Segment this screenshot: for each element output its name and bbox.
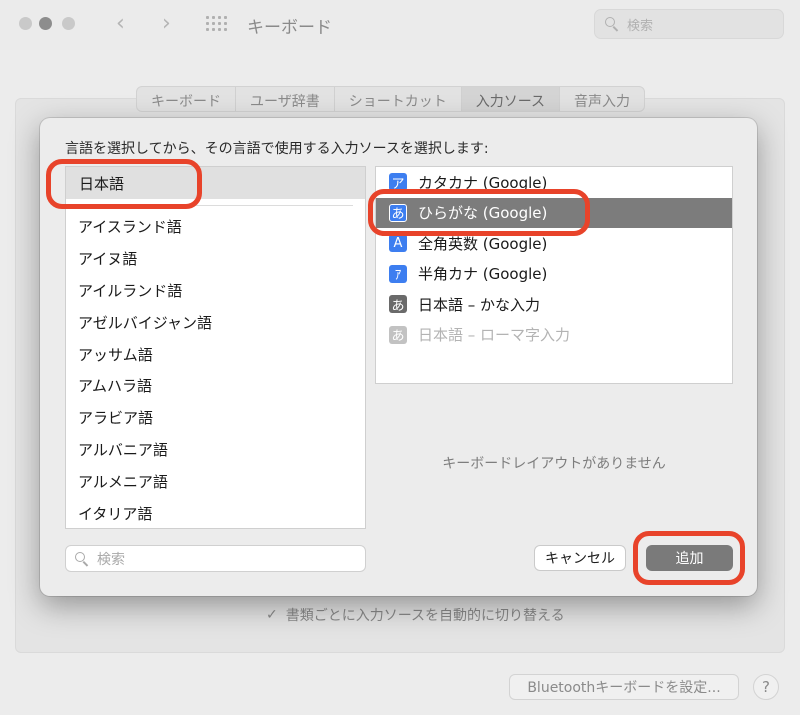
language-item[interactable]: アイスランド語 (66, 211, 365, 243)
input-source-label: 半角カナ (Google) (418, 265, 548, 284)
forward-button[interactable]: › (162, 11, 171, 36)
cancel-button[interactable]: キャンセル (534, 545, 626, 571)
romaji-input-icon: あ (389, 325, 407, 344)
window-title: キーボード (247, 18, 332, 38)
language-item[interactable]: アルバニア語 (66, 434, 365, 466)
halfwidth-kana-icon: ｱ (389, 264, 407, 283)
tab-user-dictionary[interactable]: ユーザ辞書 (236, 87, 335, 111)
title-bar: ‹ › キーボード 検索 (0, 0, 800, 50)
tab-input-sources[interactable]: 入力ソース (461, 87, 561, 111)
chevron-right-icon: › (162, 11, 171, 36)
search-icon (75, 551, 89, 567)
search-placeholder: 検索 (97, 551, 125, 568)
tab-dictation[interactable]: 音声入力 (560, 87, 644, 111)
language-item[interactable]: アイルランド語 (66, 275, 365, 307)
language-item[interactable]: アイヌ語 (66, 243, 365, 275)
tab-keyboard[interactable]: キーボード (137, 87, 236, 111)
input-source-label: 日本語 – ローマ字入力 (418, 326, 571, 345)
auto-switch-label: 書類ごとに入力ソースを自動的に切り替える (285, 608, 565, 624)
zoom-window-button[interactable] (62, 17, 75, 30)
help-button[interactable]: ? (753, 674, 779, 700)
input-source-label: 日本語 – かな入力 (418, 295, 541, 314)
minimize-window-button[interactable] (39, 17, 52, 30)
search-placeholder: 検索 (627, 18, 654, 34)
language-item[interactable]: アムハラ語 (66, 370, 365, 402)
input-source-item[interactable]: ｱ 半角カナ (Google) (376, 259, 732, 290)
language-search-field[interactable]: 検索 (65, 545, 366, 572)
highlight-ring-japanese (46, 159, 202, 209)
back-button[interactable]: ‹ (116, 11, 125, 36)
language-list: 日本語 アイスランド語 アイヌ語 アイルランド語 アゼルバイジャン語 アッサム語… (65, 166, 366, 529)
language-item[interactable]: アラビア語 (66, 402, 365, 434)
highlight-ring-hiragana (368, 189, 590, 236)
show-all-grid-icon[interactable] (206, 16, 227, 32)
kana-input-icon: あ (389, 295, 407, 314)
chevron-left-icon: ‹ (116, 11, 125, 36)
language-item[interactable]: アルメニア語 (66, 465, 365, 497)
highlight-ring-add (633, 531, 745, 585)
language-item[interactable]: アッサム語 (66, 338, 365, 370)
tab-shortcuts[interactable]: ショートカット (335, 87, 462, 111)
input-source-item[interactable]: あ 日本語 – かな入力 (376, 289, 732, 320)
language-items: アイスランド語 アイヌ語 アイルランド語 アゼルバイジャン語 アッサム語 アムハ… (66, 206, 365, 528)
fullwidth-alphanumeric-icon: A (389, 234, 407, 253)
language-item[interactable]: イタリア語 (66, 497, 365, 528)
tab-bar: キーボード ユーザ辞書 ショートカット 入力ソース 音声入力 (136, 86, 646, 112)
search-icon (605, 17, 619, 32)
checkmark-icon[interactable]: ✓ (266, 607, 278, 623)
auto-switch-checkbox-row[interactable]: ✓ 書類ごとに入力ソースを自動的に切り替える (266, 605, 565, 625)
input-source-item-disabled: あ 日本語 – ローマ字入力 (376, 320, 732, 351)
dialog-prompt: 言語を選択してから、その言語で使用する入力ソースを選択します: (65, 141, 489, 157)
close-window-button[interactable] (19, 17, 32, 30)
language-item[interactable]: アゼルバイジャン語 (66, 306, 365, 338)
setup-bluetooth-keyboard-button[interactable]: Bluetoothキーボードを設定... (509, 674, 739, 700)
no-keyboard-layout-message: キーボードレイアウトがありません (442, 456, 666, 472)
preferences-search-field[interactable]: 検索 (594, 9, 784, 39)
